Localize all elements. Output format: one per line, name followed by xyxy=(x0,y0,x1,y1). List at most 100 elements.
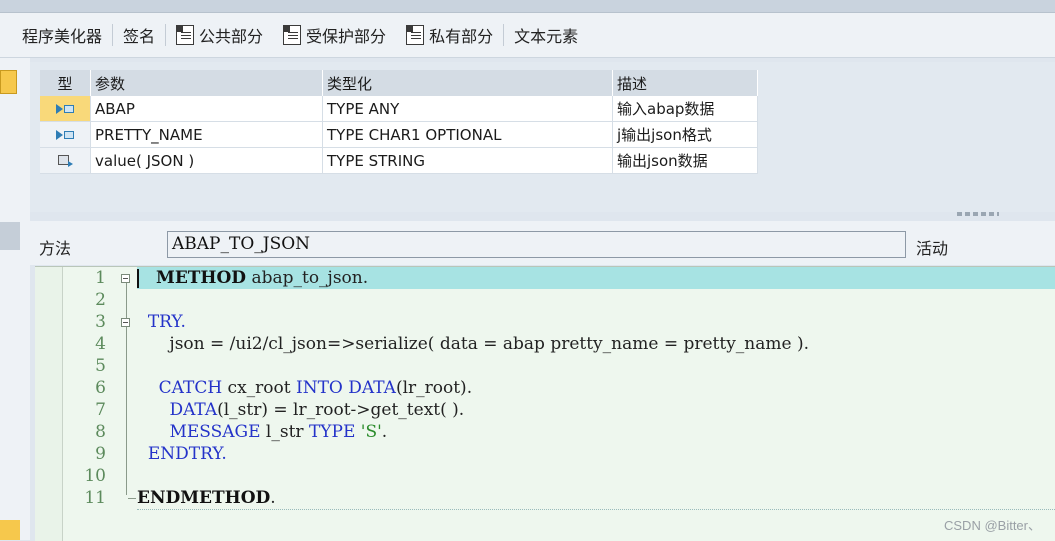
param-name-cell[interactable]: PRETTY_NAME xyxy=(90,121,323,148)
code-line-7[interactable]: DATA(l_str) = lr_root->get_text( ). xyxy=(137,399,1055,421)
code-text: . xyxy=(381,422,388,442)
col-header-typing[interactable]: 类型化 xyxy=(322,70,613,96)
code-text: json = /ui2/cl_json=>serialize( data = a… xyxy=(137,334,810,354)
section-doc-icon xyxy=(406,25,425,45)
rail-marker-bottom[interactable] xyxy=(0,520,20,540)
toolbar: 程序美化器 签名 公共部分 受保护部分 私有部分 文本元素 xyxy=(0,13,1055,58)
code-text: (lr_root). xyxy=(395,378,473,398)
param-typing-cell[interactable]: TYPE ANY xyxy=(322,96,613,122)
line-number: 9 xyxy=(95,444,106,464)
private-section-label: 私有部分 xyxy=(429,27,494,46)
col-header-parameter[interactable]: 参数 xyxy=(90,70,323,96)
code-editor[interactable]: 1 2 3 4 5 6 7 8 9 10 11 METHOD abap_to_j… xyxy=(35,266,1055,541)
keyword-catch: CATCH xyxy=(158,378,223,398)
line-number: 2 xyxy=(95,290,106,310)
parameters-table: 型 参数 类型化 描述 ABAP TYPE ANY 输入abap数据 PRETT… xyxy=(40,70,758,174)
keyword-method: METHOD xyxy=(156,268,247,288)
signature-button[interactable]: 签名 xyxy=(113,20,165,50)
keyword-into-data: INTO DATA xyxy=(296,378,396,398)
code-line-1[interactable]: METHOD abap_to_json. xyxy=(137,267,1055,289)
param-name-cell[interactable]: ABAP xyxy=(90,96,323,122)
string-literal: 'S' xyxy=(360,422,382,442)
line-numbers: 1 2 3 4 5 6 7 8 9 10 11 xyxy=(62,267,106,541)
text-elements-button[interactable]: 文本元素 xyxy=(504,20,588,50)
method-header: 方法 ABAP_TO_JSON 活动 xyxy=(30,221,1055,265)
param-description-cell[interactable]: 输出json数据 xyxy=(612,147,758,174)
table-row[interactable]: PRETTY_NAME TYPE CHAR1 OPTIONAL j输出json格… xyxy=(40,121,758,148)
code-line-5[interactable] xyxy=(137,355,1055,377)
line-number: 5 xyxy=(95,356,106,376)
code-text: abap_to_json. xyxy=(246,268,369,288)
public-section-label: 公共部分 xyxy=(199,27,264,46)
window-top-strip xyxy=(0,0,1055,13)
splitter-handle[interactable] xyxy=(957,212,999,216)
param-name-cell[interactable]: value( JSON ) xyxy=(90,147,323,174)
section-doc-icon xyxy=(283,25,302,45)
protected-section-button[interactable]: 受保护部分 xyxy=(273,20,396,50)
col-header-description[interactable]: 描述 xyxy=(612,70,758,96)
row-kind-cell[interactable] xyxy=(40,147,91,174)
editor-gutter xyxy=(35,267,63,541)
code-line-8[interactable]: MESSAGE l_str TYPE 'S'. xyxy=(137,421,1055,443)
table-row[interactable]: value( JSON ) TYPE STRING 输出json数据 xyxy=(40,147,758,174)
watermark: CSDN @Bitter、 xyxy=(944,518,1041,533)
importing-param-icon xyxy=(56,104,74,114)
code-line-10[interactable] xyxy=(137,465,1055,487)
text-cursor xyxy=(137,269,139,288)
returning-param-icon xyxy=(56,155,74,167)
keyword-type: TYPE xyxy=(308,422,356,442)
code-area[interactable]: METHOD abap_to_json. TRY. json = /ui2/cl… xyxy=(137,267,1055,541)
line-number: 3 xyxy=(95,312,106,332)
row-kind-cell[interactable] xyxy=(40,121,91,148)
param-typing-cell[interactable]: TYPE STRING xyxy=(322,147,613,174)
activation-status: 活动 xyxy=(916,239,949,258)
code-text: l_str xyxy=(260,422,309,442)
code-line-3[interactable]: TRY. xyxy=(137,311,1055,333)
col-header-kind[interactable]: 型 xyxy=(40,70,91,96)
line-number: 8 xyxy=(95,422,106,442)
code-line-9[interactable]: ENDTRY. xyxy=(137,443,1055,465)
keyword-endmethod: ENDMETHOD xyxy=(137,488,271,508)
param-description-cell[interactable]: 输入abap数据 xyxy=(612,96,758,122)
line-number: 10 xyxy=(84,466,106,486)
code-text: (l_str) = lr_root->get_text( ). xyxy=(217,400,465,420)
public-section-button[interactable]: 公共部分 xyxy=(166,20,273,50)
pretty-printer-button[interactable]: 程序美化器 xyxy=(0,20,112,50)
fold-guide-line xyxy=(126,283,127,495)
param-description-cell[interactable]: j输出json格式 xyxy=(612,121,758,148)
line-number: 7 xyxy=(95,400,106,420)
method-name-field[interactable]: ABAP_TO_JSON xyxy=(167,231,906,258)
importing-param-icon xyxy=(56,130,74,140)
code-line-4[interactable]: json = /ui2/cl_json=>serialize( data = a… xyxy=(137,333,1055,355)
keyword-data: DATA xyxy=(169,400,218,420)
code-line-6[interactable]: CATCH cx_root INTO DATA(lr_root). xyxy=(137,377,1055,399)
fold-toggle-try-icon[interactable] xyxy=(121,318,130,327)
code-text: . xyxy=(270,488,276,508)
code-line-11[interactable]: ENDMETHOD. xyxy=(137,487,1055,509)
line-number: 11 xyxy=(84,488,106,508)
pretty-printer-label: 程序美化器 xyxy=(22,27,103,46)
param-typing-cell[interactable]: TYPE CHAR1 OPTIONAL xyxy=(322,121,613,148)
rail-marker-selected[interactable] xyxy=(0,70,17,94)
keyword-message: MESSAGE xyxy=(169,422,261,442)
fold-end-marker xyxy=(128,498,136,499)
fold-toggle-method-icon[interactable] xyxy=(121,274,130,283)
section-doc-icon xyxy=(176,25,195,45)
code-text: cx_root xyxy=(222,378,296,398)
table-row[interactable]: ABAP TYPE ANY 输入abap数据 xyxy=(40,96,758,122)
rail-marker[interactable] xyxy=(0,222,20,250)
code-line-2[interactable] xyxy=(137,289,1055,311)
private-section-button[interactable]: 私有部分 xyxy=(396,20,503,50)
row-kind-cell[interactable] xyxy=(40,96,91,122)
code-end-divider xyxy=(137,509,1055,511)
parameters-panel: 型 参数 类型化 描述 ABAP TYPE ANY 输入abap数据 PRETT… xyxy=(30,62,1055,216)
text-elements-label: 文本元素 xyxy=(514,27,579,46)
keyword-try: TRY. xyxy=(147,312,186,332)
left-navigation-rail xyxy=(0,58,30,540)
signature-label: 签名 xyxy=(123,27,156,46)
protected-section-label: 受保护部分 xyxy=(306,27,387,46)
